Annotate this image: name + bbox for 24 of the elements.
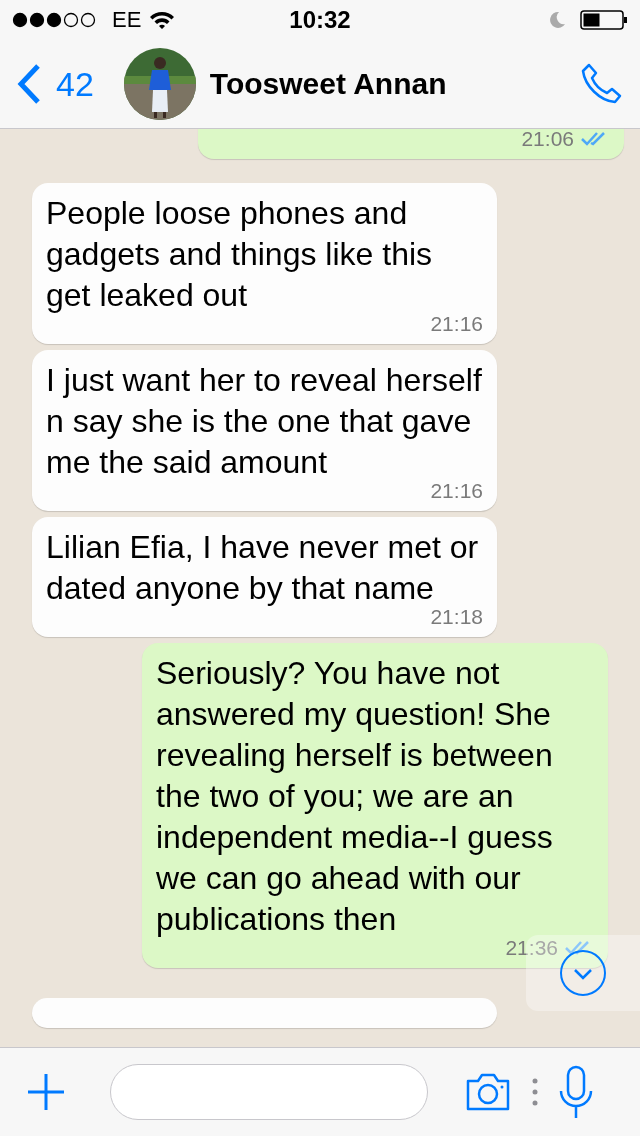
microphone-icon[interactable] [558,1065,594,1119]
chevron-left-icon [16,63,42,105]
wifi-icon [149,10,176,30]
carrier-name: EE [112,7,142,33]
message-time: 21:16 [430,479,483,503]
message-text: Seriously? You have not answered my question! She revealing herself is between the two of you; we are an independent media--I guess we can go ahead with our publications then [156,654,554,939]
message-time: 21:16 [430,312,483,336]
message-text: People loose phones and gadgets and things like this get leaked out [46,194,434,315]
moon-icon [548,11,566,29]
chevron-down-icon [559,949,607,997]
phone-icon[interactable] [580,62,624,106]
camera-icon[interactable] [464,1072,512,1112]
battery-icon [580,10,628,30]
message-time: 21:06 [521,129,574,151]
message-time: 21:18 [430,605,483,629]
message-text: Lilian Efia, I have never met or dated anyone by that name [46,528,480,608]
message-time: 21:36 [505,936,558,960]
back-button[interactable]: 42 [16,63,94,105]
dots-icon [532,1078,538,1106]
message-input-field[interactable] [110,1064,428,1120]
message-text: I just want her to reveal herself n say she is the one that gave me the said amount [46,361,483,482]
clock-time: 10:32 [289,6,351,34]
contact-name[interactable]: Toosweet Annan [209,67,566,101]
plus-icon[interactable] [26,1072,66,1112]
